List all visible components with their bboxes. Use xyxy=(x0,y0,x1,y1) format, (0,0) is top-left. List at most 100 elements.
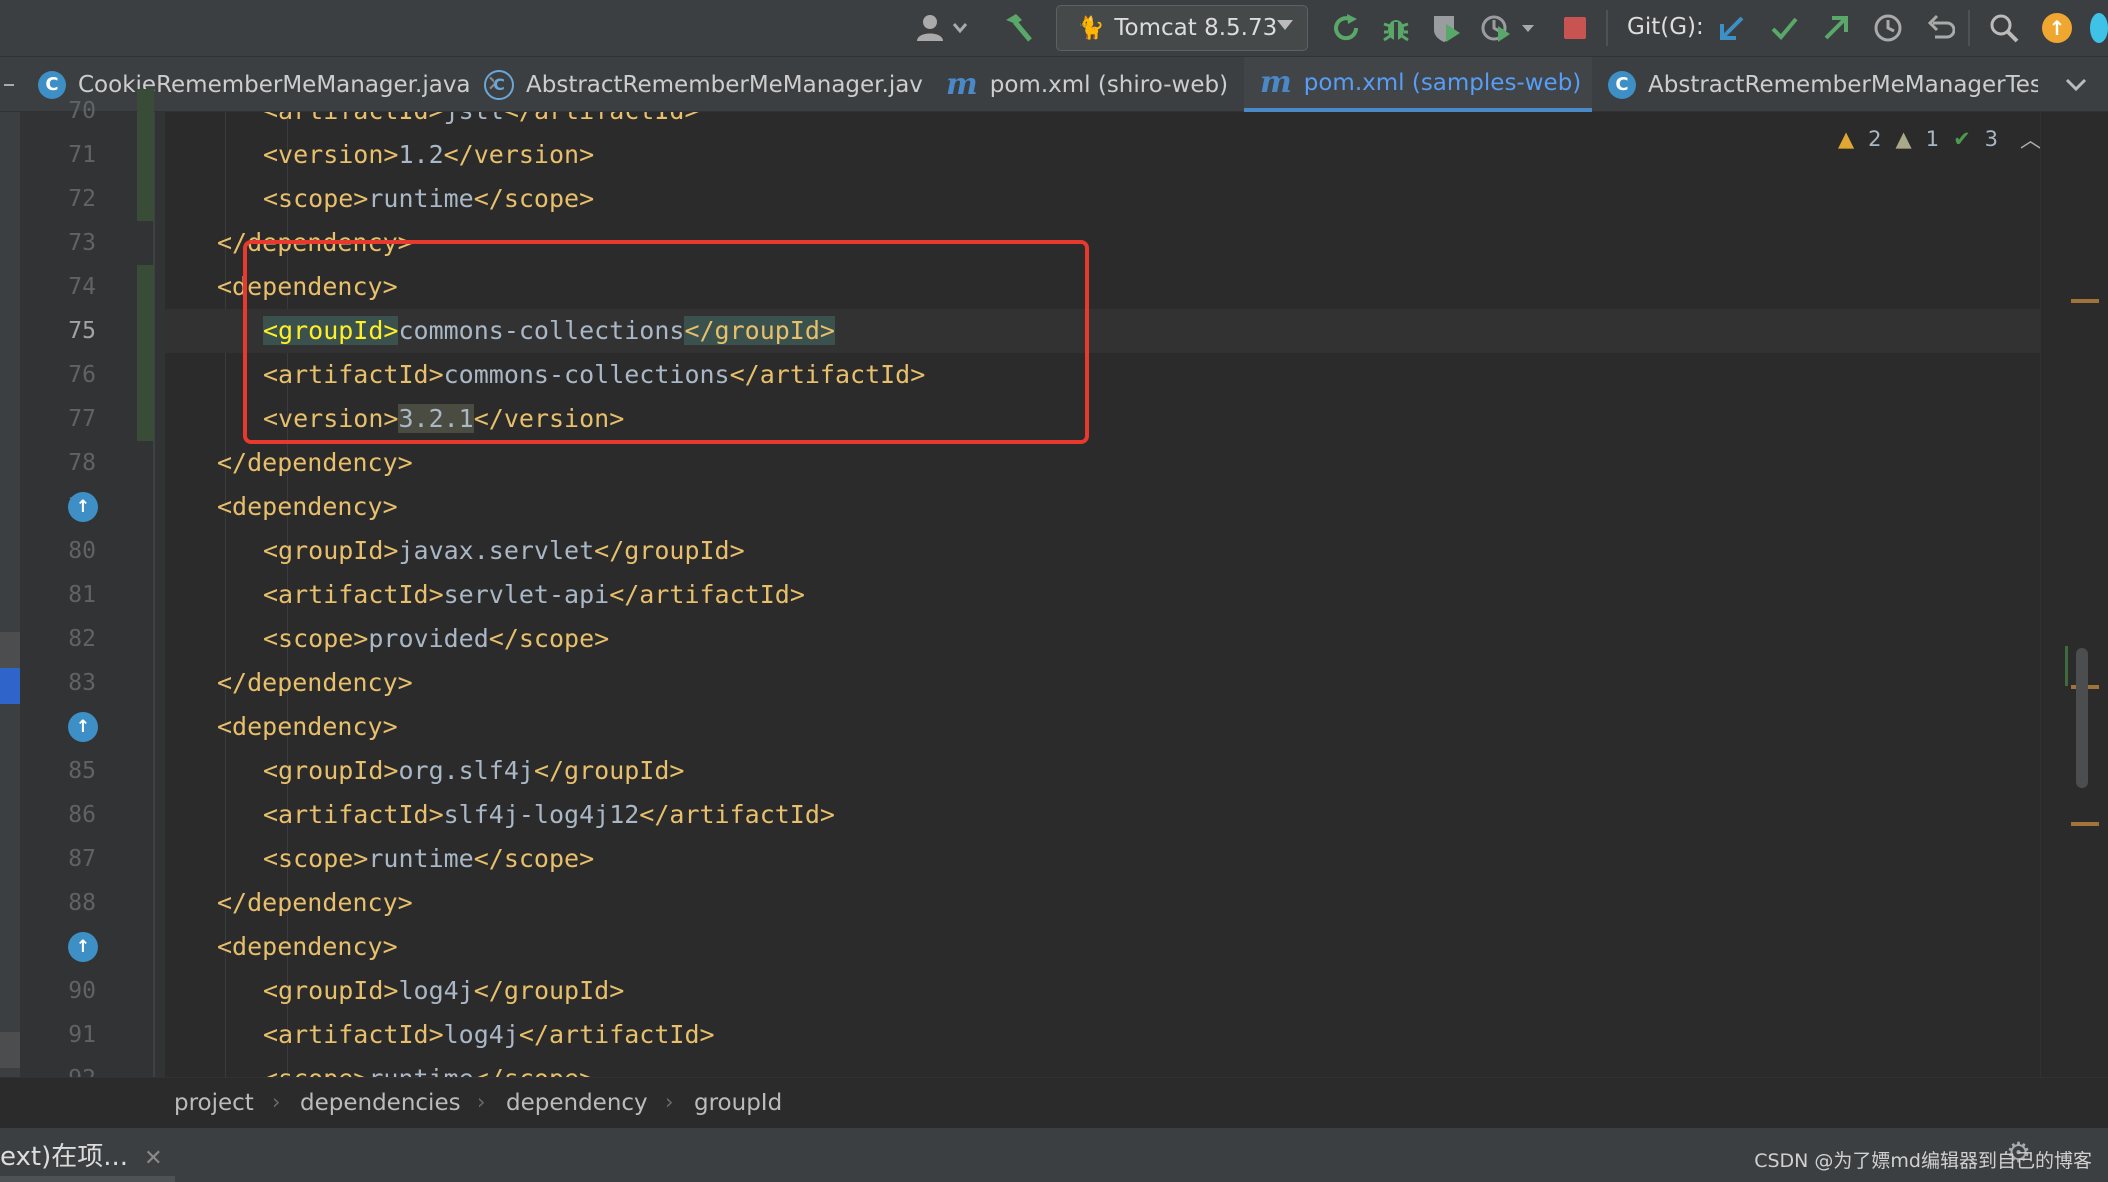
code-line[interactable]: <artifactId>log4j</artifactId> xyxy=(165,1013,2040,1057)
line-number[interactable]: 90 xyxy=(40,969,96,1013)
xml-open-tag: </dependency> xyxy=(217,448,413,477)
code-line-text: <dependency> xyxy=(217,485,398,529)
chevron-up-icon[interactable]: ︿ xyxy=(2020,124,2041,154)
debug-icon[interactable] xyxy=(1378,12,1414,44)
run-configuration-select[interactable]: 🐈 Tomcat 8.5.73 xyxy=(1056,5,1308,51)
editor-gutter[interactable]: 70717273747576777879↑8081828384↑85868788… xyxy=(20,89,182,1092)
line-number[interactable]: 91 xyxy=(40,1013,96,1057)
update-available-icon[interactable]: ↑ xyxy=(2040,12,2074,44)
code-line[interactable]: <groupId>log4j</groupId> xyxy=(165,969,2040,1013)
vcs-change-marker[interactable] xyxy=(137,89,154,221)
line-number[interactable]: 83 xyxy=(40,661,96,705)
tab-pom-samples-web[interactable]: m pom.xml (samples-web) ✕ xyxy=(1244,57,1592,113)
xml-open-tag: <groupId> xyxy=(263,536,399,565)
maven-parent-override-icon[interactable]: ↑ xyxy=(68,932,98,962)
breadcrumb-item-dependency[interactable]: dependency xyxy=(506,1090,648,1116)
code-line[interactable]: <artifactId>slf4j-log4j12</artifactId> xyxy=(165,793,2040,837)
code-line[interactable]: <scope>provided</scope> xyxy=(165,617,2040,661)
line-number[interactable]: 75 xyxy=(40,309,96,353)
line-number[interactable]: 74 xyxy=(40,265,96,309)
code-line[interactable]: <groupId>org.slf4j</groupId> xyxy=(165,749,2040,793)
xml-open-tag: <dependency> xyxy=(217,932,398,961)
line-number[interactable]: 82 xyxy=(40,617,96,661)
code-line[interactable]: <dependency> xyxy=(165,705,2040,749)
error-stripe-marker[interactable] xyxy=(2071,299,2099,303)
tab-list-chevron-down-icon[interactable] xyxy=(2056,57,2096,112)
run-with-coverage-icon[interactable] xyxy=(1428,12,1464,44)
xml-text-value: 1.2 xyxy=(398,140,444,169)
breadcrumb-item-project[interactable]: project xyxy=(174,1090,254,1116)
code-line[interactable]: <scope>runtime</scope> xyxy=(165,1057,2040,1077)
code-line[interactable]: <dependency> xyxy=(165,925,2040,969)
close-icon[interactable]: ✕ xyxy=(144,1146,162,1171)
xml-close-tag: </artifactId> xyxy=(609,580,805,609)
xml-open-tag: <artifactId> xyxy=(263,1020,444,1049)
line-number[interactable]: 81 xyxy=(40,573,96,617)
code-line[interactable]: <scope>runtime</scope> xyxy=(165,837,2040,881)
code-line[interactable]: </dependency> xyxy=(165,661,2040,705)
code-line-text: <dependency> xyxy=(217,705,398,749)
user-icon[interactable] xyxy=(912,12,972,44)
error-stripe-marker[interactable] xyxy=(2071,822,2099,826)
maven-icon: m xyxy=(1260,65,1292,100)
code-line[interactable]: <version>1.2</version> xyxy=(165,133,2040,177)
maven-parent-override-icon[interactable]: ↑ xyxy=(68,712,98,742)
tab-scroll-left[interactable] xyxy=(0,57,18,112)
bottom-tool-tab[interactable]: ext)在项... ✕ xyxy=(0,1136,163,1173)
code-line[interactable]: <artifactId>jstl</artifactId> xyxy=(165,112,2040,133)
xml-open-tag: <groupId> xyxy=(263,976,399,1005)
code-line[interactable]: </dependency> xyxy=(165,881,2040,925)
xml-open-tag: </dependency> xyxy=(217,668,413,697)
tab-abstract-remember-me-manager[interactable]: C AbstractRememberMeManager.java ✕ xyxy=(484,57,924,112)
warning-icon: ▲ xyxy=(1838,127,1855,151)
vertical-scrollbar[interactable] xyxy=(2076,648,2088,788)
maven-parent-override-icon[interactable]: ↑ xyxy=(68,492,98,522)
watermark: CSDN @为了嫖md编辑器到自己的博客 xyxy=(1754,1150,2092,1172)
code-line[interactable]: </dependency> xyxy=(165,441,2040,485)
breadcrumb-item-dependencies[interactable]: dependencies xyxy=(300,1090,461,1116)
breadcrumb-separator-icon: › xyxy=(477,1090,486,1114)
line-number[interactable]: 77 xyxy=(40,397,96,441)
breadcrumb-item-groupid[interactable]: groupId xyxy=(694,1090,782,1116)
vcs-update-icon[interactable] xyxy=(1716,12,1748,44)
vcs-commit-icon[interactable] xyxy=(1768,12,1800,44)
search-icon[interactable] xyxy=(1988,12,2020,44)
xml-open-tag: <artifactId> xyxy=(263,112,444,125)
tab-pom-shiro-web[interactable]: m pom.xml (shiro-web) ✕ xyxy=(946,57,1244,112)
xml-open-tag: <scope> xyxy=(263,844,369,873)
fold-guide xyxy=(153,112,155,1077)
vcs-change-marker[interactable] xyxy=(137,265,154,441)
error-stripe[interactable] xyxy=(2040,112,2108,1077)
tab-cookie-remember-me-manager[interactable]: C CookieRememberMeManager.java ✕ xyxy=(38,57,494,112)
plugin-icon[interactable] xyxy=(2090,12,2108,44)
xml-text-value: servlet-api xyxy=(443,580,610,609)
line-number[interactable]: 72 xyxy=(40,177,96,221)
rollback-icon[interactable] xyxy=(1924,12,1956,44)
build-hammer-icon[interactable] xyxy=(998,12,1038,44)
xml-close-tag: </version> xyxy=(443,140,595,169)
code-line[interactable]: <artifactId>servlet-api</artifactId> xyxy=(165,573,2040,617)
tab-abstract-remember-me-manager-test[interactable]: C AbstractRememberMeManagerTest.jav xyxy=(1608,57,2038,112)
line-number[interactable]: 70 xyxy=(40,89,96,133)
line-number[interactable]: 73 xyxy=(40,221,96,265)
line-number[interactable]: 76 xyxy=(40,353,96,397)
vcs-push-icon[interactable] xyxy=(1820,12,1852,44)
line-number[interactable]: 71 xyxy=(40,133,96,177)
profile-icon[interactable] xyxy=(1478,12,1538,44)
stop-icon[interactable] xyxy=(1562,12,1588,44)
line-number[interactable]: 78 xyxy=(40,441,96,485)
code-line-text: <groupId>javax.servlet</groupId> xyxy=(263,529,745,573)
history-icon[interactable] xyxy=(1872,12,1904,44)
line-number[interactable]: 88 xyxy=(40,881,96,925)
code-line[interactable]: <scope>runtime</scope> xyxy=(165,177,2040,221)
code-line-text: <artifactId>jstl</artifactId> xyxy=(263,112,700,133)
code-line[interactable]: <groupId>javax.servlet</groupId> xyxy=(165,529,2040,573)
line-number[interactable]: 86 xyxy=(40,793,96,837)
xml-open-tag: <scope> xyxy=(263,184,369,213)
code-line-text: <groupId>org.slf4j</groupId> xyxy=(263,749,684,793)
code-line[interactable]: <dependency> xyxy=(165,485,2040,529)
line-number[interactable]: 80 xyxy=(40,529,96,573)
line-number[interactable]: 87 xyxy=(40,837,96,881)
line-number[interactable]: 85 xyxy=(40,749,96,793)
rerun-icon[interactable] xyxy=(1328,12,1364,44)
